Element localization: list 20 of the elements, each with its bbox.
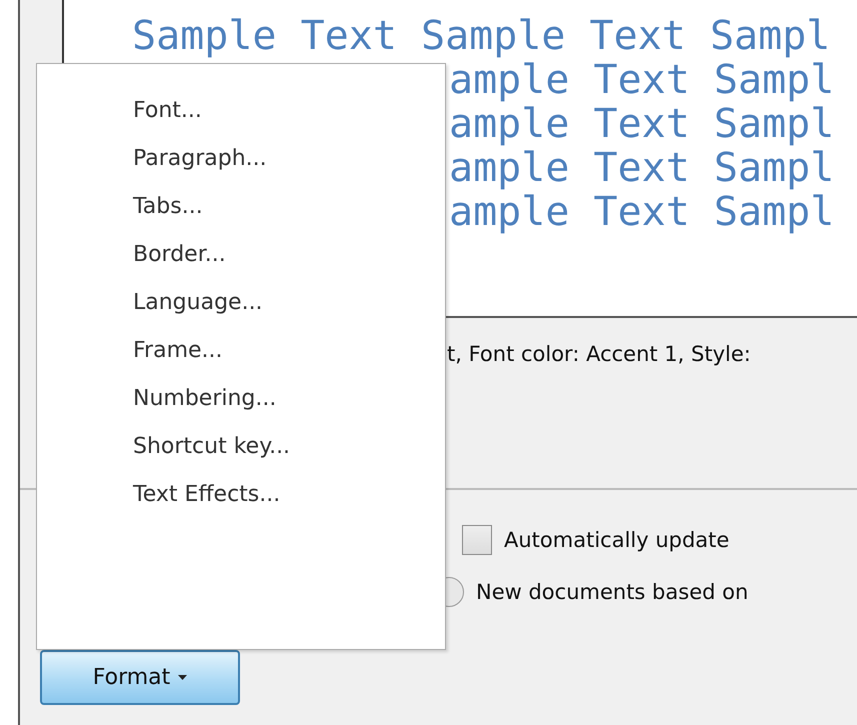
sample-text: ample Text Sampl [449,190,834,234]
menu-item[interactable]: Text Effects... [133,473,290,521]
checkbox[interactable] [462,525,492,555]
sample-text: ample Text Sampl [449,102,834,146]
menu-item[interactable]: Numbering... [133,377,286,425]
format-button[interactable]: Format [40,650,240,705]
menu-item[interactable]: Shortcut key... [133,425,300,473]
menu-item[interactable]: Border... [133,233,236,281]
menu-item[interactable]: Frame... [133,329,233,377]
checkbox-label: Automatically update [504,528,730,552]
style-description: t, Font color: Accent 1, Style: [447,342,751,366]
caret-icon [178,674,188,680]
sample-text: Sample Text Sample Text Sampl [132,14,830,58]
menu-item[interactable]: Paragraph... [133,137,277,185]
radio-label: New documents based on [476,580,748,604]
menu-item[interactable]: Tabs... [133,185,213,233]
menu-item[interactable]: Language... [133,281,273,329]
sample-text: ample Text Sampl [449,58,834,102]
sample-text: ample Text Sampl [449,146,834,190]
menu-item[interactable]: Font... [133,89,212,137]
